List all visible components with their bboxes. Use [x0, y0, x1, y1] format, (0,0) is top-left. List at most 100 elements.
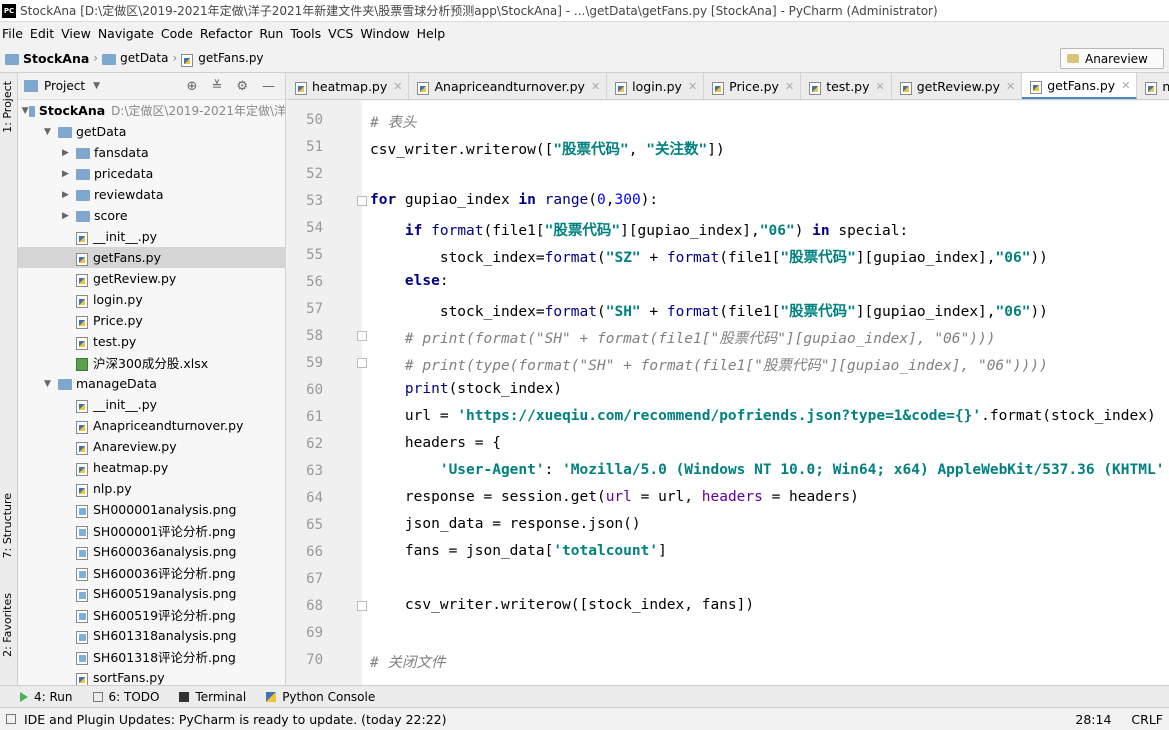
favorites-tool-button[interactable]: 2: Favorites [1, 593, 14, 657]
locate-icon[interactable]: ⊕ [187, 79, 198, 94]
code-line[interactable]: else: [370, 273, 449, 289]
chevron-down-icon[interactable]: ▼ [44, 379, 58, 389]
code-line[interactable]: fans = json_data['totalcount'] [370, 543, 667, 559]
hide-icon[interactable]: — [262, 79, 275, 94]
code-line[interactable]: stock_index=format("SZ" + format(file1["… [370, 246, 1048, 267]
chevron-right-icon[interactable]: ▶ [62, 148, 76, 158]
status-message[interactable]: IDE and Plugin Updates: PyCharm is ready… [24, 712, 446, 727]
tree-file[interactable]: SH601318评论分析.png [18, 646, 286, 667]
tab-anapriceandturnover-py[interactable]: Anapriceandturnover.py ✕ [409, 73, 608, 99]
tree-file[interactable]: Anapriceandturnover.py [18, 415, 286, 436]
run-configuration-select[interactable]: Anareview [1060, 48, 1164, 69]
todo-tool-button[interactable]: 6: TODO [92, 690, 159, 704]
code-line[interactable]: if format(file1["股票代码"][gupiao_index],"0… [370, 219, 908, 240]
close-icon[interactable]: ✕ [688, 80, 697, 93]
breadcrumb-project[interactable]: StockAna [23, 51, 89, 66]
run-tool-button[interactable]: 4: Run [20, 690, 73, 704]
close-icon[interactable]: ✕ [876, 80, 885, 93]
breadcrumb-file[interactable]: getFans.py [198, 51, 263, 65]
menu-navigate[interactable]: Navigate [96, 26, 159, 41]
menu-window[interactable]: Window [358, 26, 414, 41]
tree-file[interactable]: SH600519评论分析.png [18, 604, 286, 625]
tab-getreview-py[interactable]: getReview.py ✕ [892, 73, 1023, 99]
tab-login-py[interactable]: login.py ✕ [607, 73, 705, 99]
menu-tools[interactable]: Tools [288, 26, 326, 41]
close-icon[interactable]: ✕ [393, 80, 402, 93]
caret-position[interactable]: 28:14 [1075, 712, 1111, 727]
close-icon[interactable]: ✕ [1121, 79, 1130, 92]
tree-file[interactable]: getReview.py [18, 268, 286, 289]
code-line[interactable]: # print(format("SH" + format(file1["股票代码… [370, 327, 996, 348]
code-line[interactable]: stock_index=format("SH" + format(file1["… [370, 300, 1048, 321]
fold-marker-icon[interactable] [357, 358, 367, 368]
chevron-right-icon[interactable]: ▶ [62, 211, 76, 221]
tree-folder[interactable]: ▼ manageData [18, 373, 286, 394]
project-tool-button[interactable]: 1: Project [1, 81, 14, 133]
tab-price-py[interactable]: Price.py ✕ [704, 73, 802, 99]
tree-file[interactable]: Price.py [18, 310, 286, 331]
fold-marker-icon[interactable] [357, 196, 367, 206]
chevron-right-icon[interactable]: ▶ [62, 190, 76, 200]
code-line[interactable]: # print(type(format("SH" + format(file1[… [370, 354, 1048, 375]
tab-heatmap-py[interactable]: heatmap.py ✕ [287, 73, 410, 99]
terminal-tool-button[interactable]: Terminal [179, 690, 246, 704]
chevron-down-icon[interactable]: ▼ [44, 127, 58, 137]
tree-file[interactable]: getFans.py [18, 247, 286, 268]
code-line[interactable]: csv_writer.writerow([stock_index, fans]) [370, 597, 754, 613]
close-icon[interactable]: ✕ [591, 80, 600, 93]
tree-file[interactable]: 沪深300成分股.xlsx [18, 352, 286, 373]
code-line[interactable]: headers = { [370, 435, 501, 451]
code-line[interactable]: print(stock_index) [370, 381, 562, 397]
menu-help[interactable]: Help [415, 26, 451, 41]
chevron-right-icon[interactable]: ▶ [62, 169, 76, 179]
tab-getfans-py[interactable]: getFans.py ✕ [1022, 73, 1138, 99]
event-log-icon[interactable] [6, 714, 16, 724]
menu-file[interactable]: File [0, 26, 28, 41]
structure-tool-button[interactable]: 7: Structure [1, 493, 14, 558]
menu-view[interactable]: View [59, 26, 96, 41]
menu-vcs[interactable]: VCS [326, 26, 358, 41]
close-icon[interactable]: ✕ [785, 80, 794, 93]
tree-file[interactable]: SH600036评论分析.png [18, 562, 286, 583]
menu-code[interactable]: Code [159, 26, 198, 41]
tree-file[interactable]: __init__.py [18, 226, 286, 247]
breadcrumb-folder[interactable]: getData [120, 51, 168, 65]
code-line[interactable]: # 关闭文件 [370, 651, 445, 672]
tab-nlp-py[interactable]: nlp.py✕ [1137, 73, 1169, 99]
tree-file[interactable]: test.py [18, 331, 286, 352]
tree-file[interactable]: nlp.py [18, 478, 286, 499]
code-line[interactable]: 'User-Agent': 'Mozilla/5.0 (Windows NT 1… [370, 462, 1165, 478]
line-separator[interactable]: CRLF [1131, 712, 1163, 727]
tree-folder[interactable]: ▶ pricedata [18, 163, 286, 184]
project-view-title[interactable]: Project [44, 79, 85, 93]
code-line[interactable]: response = session.get(url = url, header… [370, 489, 859, 505]
python-console-tool-button[interactable]: Python Console [266, 690, 375, 704]
tree-file[interactable]: SH600036analysis.png [18, 541, 286, 562]
tree-folder[interactable]: ▼ StockAna D:\定做区\2019-2021年定做\洋 [18, 100, 286, 121]
tree-file[interactable]: login.py [18, 289, 286, 310]
tree-file[interactable]: SH000001评论分析.png [18, 520, 286, 541]
fold-marker-icon[interactable] [357, 331, 367, 341]
code-line[interactable]: json_data = response.json() [370, 516, 641, 532]
collapse-all-icon[interactable]: ≚ [211, 79, 222, 94]
tree-file[interactable]: heatmap.py [18, 457, 286, 478]
tree-folder[interactable]: ▼ getData [18, 121, 286, 142]
tree-file[interactable]: Anareview.py [18, 436, 286, 457]
menu-run[interactable]: Run [257, 26, 288, 41]
menu-edit[interactable]: Edit [28, 26, 59, 41]
code-line[interactable]: url = 'https://xueqiu.com/recommend/pofr… [370, 408, 1156, 424]
close-icon[interactable]: ✕ [1006, 80, 1015, 93]
tree-file[interactable]: __init__.py [18, 394, 286, 415]
tree-file[interactable]: SH000001analysis.png [18, 499, 286, 520]
tree-folder[interactable]: ▶ reviewdata [18, 184, 286, 205]
tree-file[interactable]: SH600519analysis.png [18, 583, 286, 604]
chevron-down-icon[interactable]: ▼ [22, 106, 29, 116]
code-line[interactable]: csv_writer.writerow(["股票代码", "关注数"]) [370, 138, 725, 159]
chevron-down-icon[interactable]: ▼ [93, 81, 100, 91]
gear-icon[interactable]: ⚙ [236, 79, 248, 94]
fold-marker-icon[interactable] [357, 601, 367, 611]
tree-folder[interactable]: ▶ fansdata [18, 142, 286, 163]
code-line[interactable]: for gupiao_index in range(0,300): [370, 192, 658, 208]
code-line[interactable]: # 表头 [370, 111, 416, 132]
code-editor[interactable]: # 表头 csv_writer.writerow(["股票代码", "关注数"])… [362, 101, 1169, 685]
